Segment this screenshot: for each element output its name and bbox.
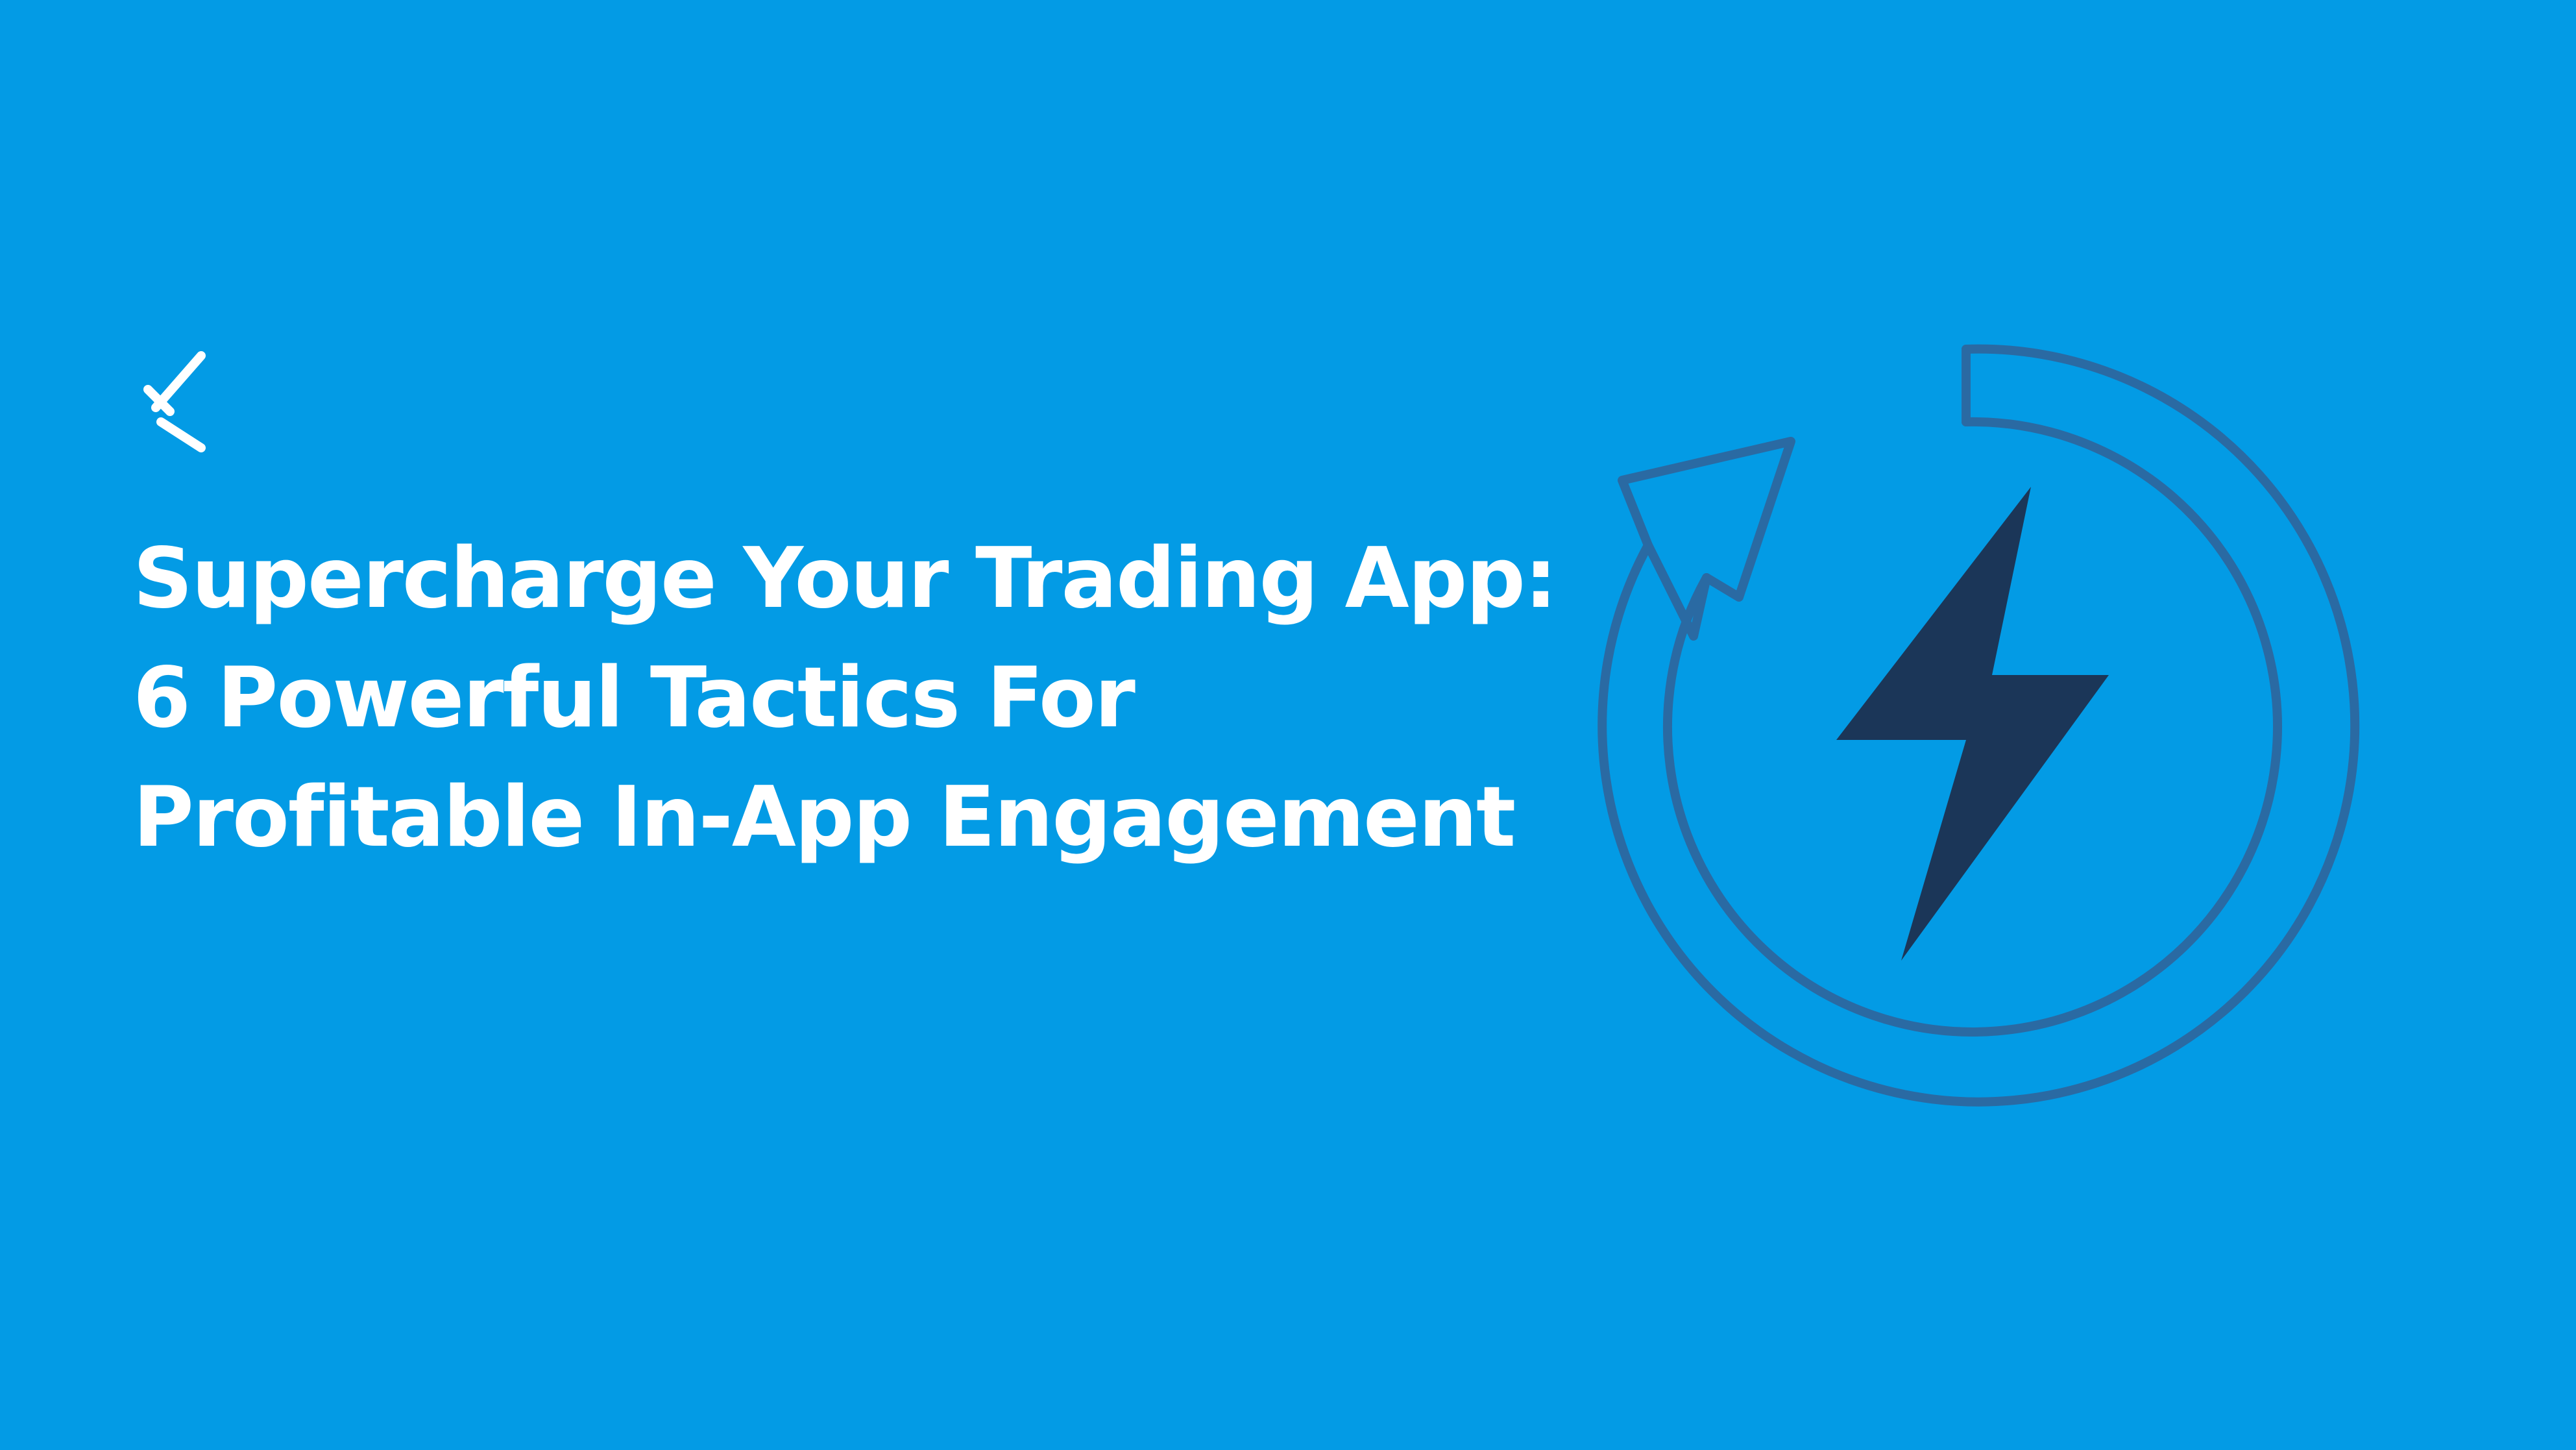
headline: Supercharge Your Trading App: 6 Powerful… (133, 519, 1625, 878)
headline-line-1: Supercharge Your Trading App: (133, 530, 1557, 627)
headline-line-3: Profitable In-App Engagement (133, 769, 1516, 866)
lightning-refresh-icon (1598, 344, 2360, 1107)
headline-line-2: 6 Powerful Tactics For (133, 650, 1136, 746)
banner: Supercharge Your Trading App: 6 Powerful… (0, 0, 2576, 1450)
lightning-bolt-icon (1836, 487, 2109, 961)
brand-logo-icon (143, 351, 206, 452)
